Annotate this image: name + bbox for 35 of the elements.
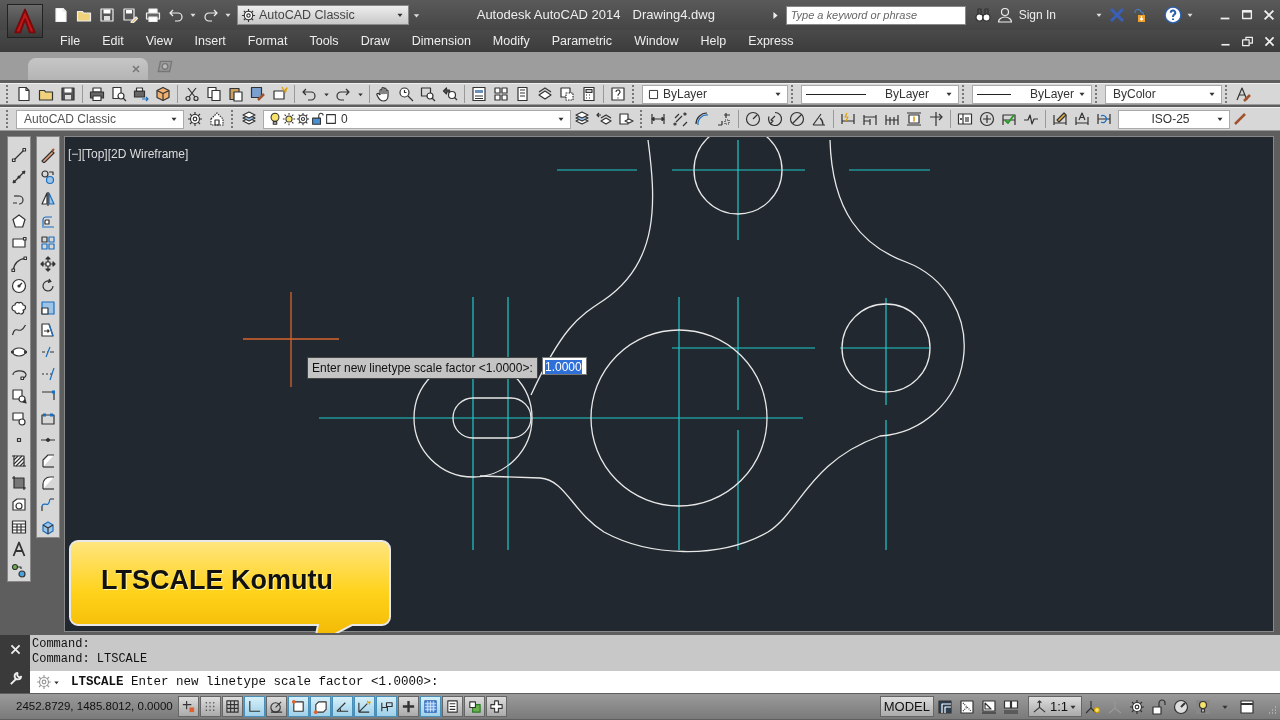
document-title: Drawing4.dwg — [632, 6, 715, 25]
menu-item[interactable]: Insert — [183, 30, 237, 52]
menu-item[interactable]: Parametric — [540, 30, 624, 52]
menu-item[interactable]: Modify — [481, 30, 541, 52]
application-title: Autodesk AutoCAD 2014 — [476, 6, 621, 25]
color-dropdown[interactable]: ByLayer — [642, 84, 788, 104]
viewport-label[interactable]: [−][Top][2D Wireframe] — [68, 145, 189, 163]
menu-item[interactable]: Help — [689, 30, 738, 52]
annotation-scale-button[interactable]: 1:1 — [1027, 696, 1082, 717]
linetype-dropdown[interactable]: ByLayer — [801, 84, 959, 104]
menu-item[interactable]: File — [49, 30, 92, 52]
menu-item[interactable]: Tools — [298, 30, 350, 52]
dynamic-input-field[interactable]: 1.0000 — [542, 357, 587, 375]
history-line: Command: LTSCALE — [32, 652, 149, 667]
coordinates-readout: 2452.8729, 1485.8012, 0.0000 — [15, 698, 174, 714]
menu-item[interactable]: Express — [737, 30, 805, 52]
menu-item[interactable]: Draw — [349, 30, 401, 52]
prompt-tooltip: Enter new linetype scale factor <1.0000>: — [307, 357, 538, 379]
history-line: Command: — [32, 637, 91, 652]
sign-in-link[interactable]: Sign In — [1018, 6, 1056, 24]
workspace-dropdown[interactable]: AutoCAD Classic — [237, 5, 409, 25]
search-field[interactable]: Type a keyword or phrase — [785, 5, 966, 25]
plot-style-dropdown[interactable]: ByColor — [1105, 84, 1222, 104]
menu-item[interactable]: Edit — [91, 30, 135, 52]
layer-dropdown[interactable]: 0 — [263, 109, 571, 129]
workspace-dropdown[interactable]: AutoCAD Classic — [16, 109, 184, 129]
lineweight-dropdown[interactable]: ByLayer — [972, 84, 1092, 104]
command-prompt: LTSCALE Enter new linetype scale factor <1.0000>: — [71, 673, 439, 691]
model-space-button[interactable]: MODEL — [879, 696, 934, 717]
dimension-style-dropdown[interactable]: ISO-25 — [1118, 109, 1230, 129]
menu-item[interactable]: Dimension — [400, 30, 482, 52]
menu-item[interactable]: View — [134, 30, 184, 52]
caption-text: LTSCALE Komutu — [101, 564, 333, 597]
menu-item[interactable]: Format — [236, 30, 299, 52]
menu-item[interactable]: Window — [623, 30, 690, 52]
